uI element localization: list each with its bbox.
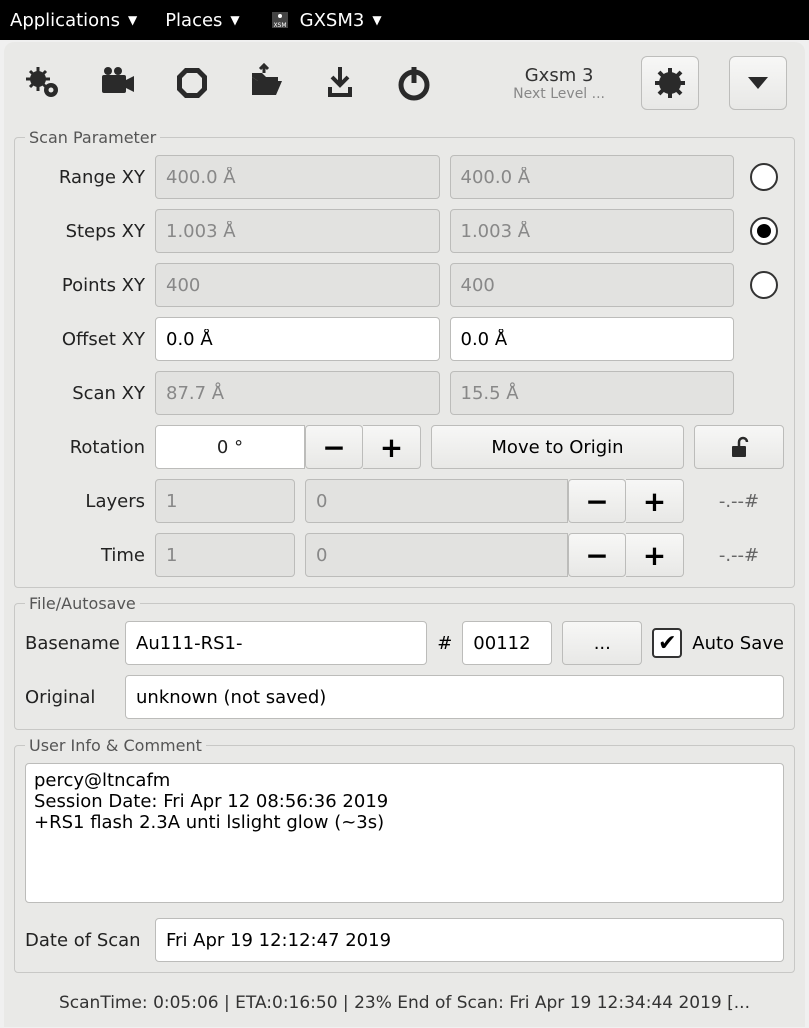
points-y-field[interactable] [450,263,735,307]
gears-icon[interactable] [22,61,66,105]
layers-b-spinner: − + [305,479,684,523]
system-menubar: Applications ▼ Places ▼ XSM GXSM3 ▼ [0,0,809,40]
menu-gxsm3[interactable]: XSM GXSM3 ▼ [268,8,382,32]
file-autosave-group: File/Autosave Basename # ... ✔ Auto Save… [14,594,795,730]
svg-text:XSM: XSM [273,22,286,29]
main-window: Gxsm 3 Next Level ... Scan Parameter Ran… [4,42,805,1027]
chevron-down-icon: ▼ [372,13,381,27]
range-x-input[interactable] [166,156,429,198]
counter-field[interactable] [462,621,552,665]
dropdown-button[interactable] [729,56,787,110]
counter-input[interactable] [473,622,541,664]
time-tail: -.--# [694,545,784,566]
camera-icon[interactable] [96,61,140,105]
points-radio[interactable] [750,271,778,299]
comment-textarea[interactable] [25,763,784,903]
time-a-field[interactable] [155,533,295,577]
browse-button[interactable]: ... [562,621,642,665]
autosave-label: Auto Save [692,633,784,654]
original-label: Original [25,687,115,708]
menu-gxsm3-label: GXSM3 [300,10,365,31]
menu-places[interactable]: Places ▼ [165,10,239,31]
original-input[interactable] [136,676,773,718]
steps-y-input[interactable] [461,210,724,252]
offset-x-field[interactable] [155,317,440,361]
range-x-field[interactable] [155,155,440,199]
layers-label: Layers [25,491,145,512]
time-label: Time [25,545,145,566]
time-plus-button[interactable]: + [626,533,684,577]
user-info-group: User Info & Comment Date of Scan [14,736,795,973]
chevron-down-icon: ▼ [230,13,239,27]
layers-a-field[interactable] [155,479,295,523]
scan-label: Scan XY [25,383,145,404]
layers-tail: -.--# [694,491,784,512]
date-of-scan-field[interactable] [155,918,784,962]
layers-b-field[interactable] [305,479,568,523]
window-title: Gxsm 3 [513,65,605,86]
layers-minus-button[interactable]: − [568,479,626,523]
settings-button[interactable] [641,56,699,110]
window-title-block: Gxsm 3 Next Level ... [513,65,605,102]
hash-label: # [437,633,452,654]
toolbar: Gxsm 3 Next Level ... [4,42,805,126]
original-field[interactable] [125,675,784,719]
range-y-input[interactable] [461,156,724,198]
points-x-field[interactable] [155,263,440,307]
time-minus-button[interactable]: − [568,533,626,577]
points-label: Points XY [25,275,145,296]
rotation-label: Rotation [25,437,145,458]
offset-y-input[interactable] [461,318,724,360]
time-b-spinner: − + [305,533,684,577]
power-icon[interactable] [392,61,436,105]
steps-y-field[interactable] [450,209,735,253]
layers-plus-button[interactable]: + [626,479,684,523]
offset-x-input[interactable] [166,318,429,360]
steps-x-input[interactable] [166,210,429,252]
time-b-field[interactable] [305,533,568,577]
scan-parameter-legend: Scan Parameter [25,128,160,147]
window-subtitle: Next Level ... [513,86,605,102]
menu-places-label: Places [165,10,222,31]
rotation-plus-button[interactable]: + [363,425,421,469]
points-y-input[interactable] [461,264,724,306]
steps-radio[interactable] [750,217,778,245]
autosave-checkbox[interactable]: ✔ [652,628,682,658]
range-radio[interactable] [750,163,778,191]
date-of-scan-label: Date of Scan [25,930,145,951]
scan-x-field: 87.7 Å [155,371,440,415]
rotation-value[interactable]: 0 ° [155,425,305,469]
steps-label: Steps XY [25,221,145,242]
lock-button[interactable] [694,425,784,469]
menu-applications[interactable]: Applications ▼ [10,10,137,31]
basename-label: Basename [25,633,115,654]
folder-open-icon[interactable] [244,61,288,105]
rotation-spinner: 0 ° − + [155,425,421,469]
rotation-minus-button[interactable]: − [305,425,363,469]
steps-x-field[interactable] [155,209,440,253]
chevron-down-icon: ▼ [128,13,137,27]
range-y-field[interactable] [450,155,735,199]
points-x-input[interactable] [166,264,429,306]
offset-y-field[interactable] [450,317,735,361]
offset-label: Offset XY [25,329,145,350]
scan-parameter-group: Scan Parameter Range XY Steps XY Points … [14,128,795,588]
status-bar: ScanTime: 0:05:06 | ETA:0:16:50 | 23% En… [4,979,805,1027]
scan-y-field: 15.5 Å [450,371,735,415]
file-autosave-legend: File/Autosave [25,594,140,613]
basename-field[interactable] [125,621,427,665]
basename-input[interactable] [136,622,416,664]
download-icon[interactable] [318,61,362,105]
range-label: Range XY [25,167,145,188]
unlock-icon [727,435,751,459]
move-to-origin-button[interactable]: Move to Origin [431,425,684,469]
date-of-scan-input[interactable] [166,919,773,961]
stop-icon[interactable] [170,61,214,105]
user-info-legend: User Info & Comment [25,736,206,755]
menu-applications-label: Applications [10,10,120,31]
gxsm-app-icon: XSM [268,8,292,32]
